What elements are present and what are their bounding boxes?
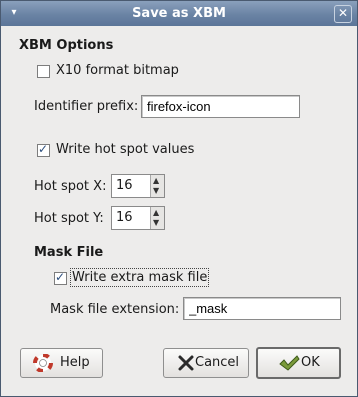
close-icon[interactable]: ✕ <box>334 5 352 23</box>
lifebuoy-icon <box>33 353 53 373</box>
ok-button[interactable]: OK <box>256 347 341 379</box>
ok-check-icon <box>278 354 300 372</box>
arrow-down-icon[interactable]: ▼ <box>153 187 159 195</box>
arrow-down-icon[interactable]: ▼ <box>153 219 159 227</box>
hotspot-y-label: Hot spot Y: <box>34 211 104 226</box>
identifier-prefix-label: Identifier prefix: <box>34 99 139 114</box>
save-as-xbm-dialog: ▾ Save as XBM ✕ XBM Options X10 format b… <box>0 0 358 397</box>
hotspot-x-value[interactable]: 16 <box>116 178 133 193</box>
x10-format-checkbox[interactable] <box>37 65 50 78</box>
cancel-button[interactable]: Cancel <box>163 348 249 378</box>
cancel-x-icon <box>176 354 196 372</box>
titlebar: ▾ Save as XBM ✕ <box>1 1 357 26</box>
spinner-arrows[interactable]: ▲ ▼ <box>150 175 164 197</box>
ok-label: OK <box>301 355 320 370</box>
spinner-arrows[interactable]: ▲ ▼ <box>150 207 164 229</box>
identifier-prefix-input[interactable] <box>141 95 300 118</box>
help-label: Help <box>60 355 90 370</box>
window-title: Save as XBM <box>132 6 226 21</box>
help-button[interactable]: Help <box>20 348 103 378</box>
hotspot-y-spinner[interactable]: 16 ▲ ▼ <box>111 206 165 230</box>
write-mask-checkbox[interactable]: ✓ <box>54 270 67 285</box>
mask-file-heading: Mask File <box>34 245 104 260</box>
hotspot-x-label: Hot spot X: <box>34 179 107 194</box>
mask-extension-label: Mask file extension: <box>50 302 180 317</box>
arrow-up-icon[interactable]: ▲ <box>153 209 159 217</box>
write-hotspot-label[interactable]: Write hot spot values <box>56 142 194 157</box>
mask-extension-input[interactable] <box>183 297 341 320</box>
write-mask-label[interactable]: Write extra mask file <box>69 268 210 287</box>
hotspot-y-value[interactable]: 16 <box>116 210 133 225</box>
x10-format-label[interactable]: X10 format bitmap <box>56 63 179 78</box>
cancel-label: Cancel <box>195 355 240 370</box>
write-hotspot-checkbox[interactable]: ✓ <box>37 142 50 157</box>
arrow-up-icon[interactable]: ▲ <box>153 177 159 185</box>
checkmark-icon: ✓ <box>55 270 66 284</box>
checkmark-icon: ✓ <box>38 142 49 156</box>
hotspot-x-spinner[interactable]: 16 ▲ ▼ <box>111 174 165 198</box>
xbm-options-heading: XBM Options <box>19 38 114 53</box>
